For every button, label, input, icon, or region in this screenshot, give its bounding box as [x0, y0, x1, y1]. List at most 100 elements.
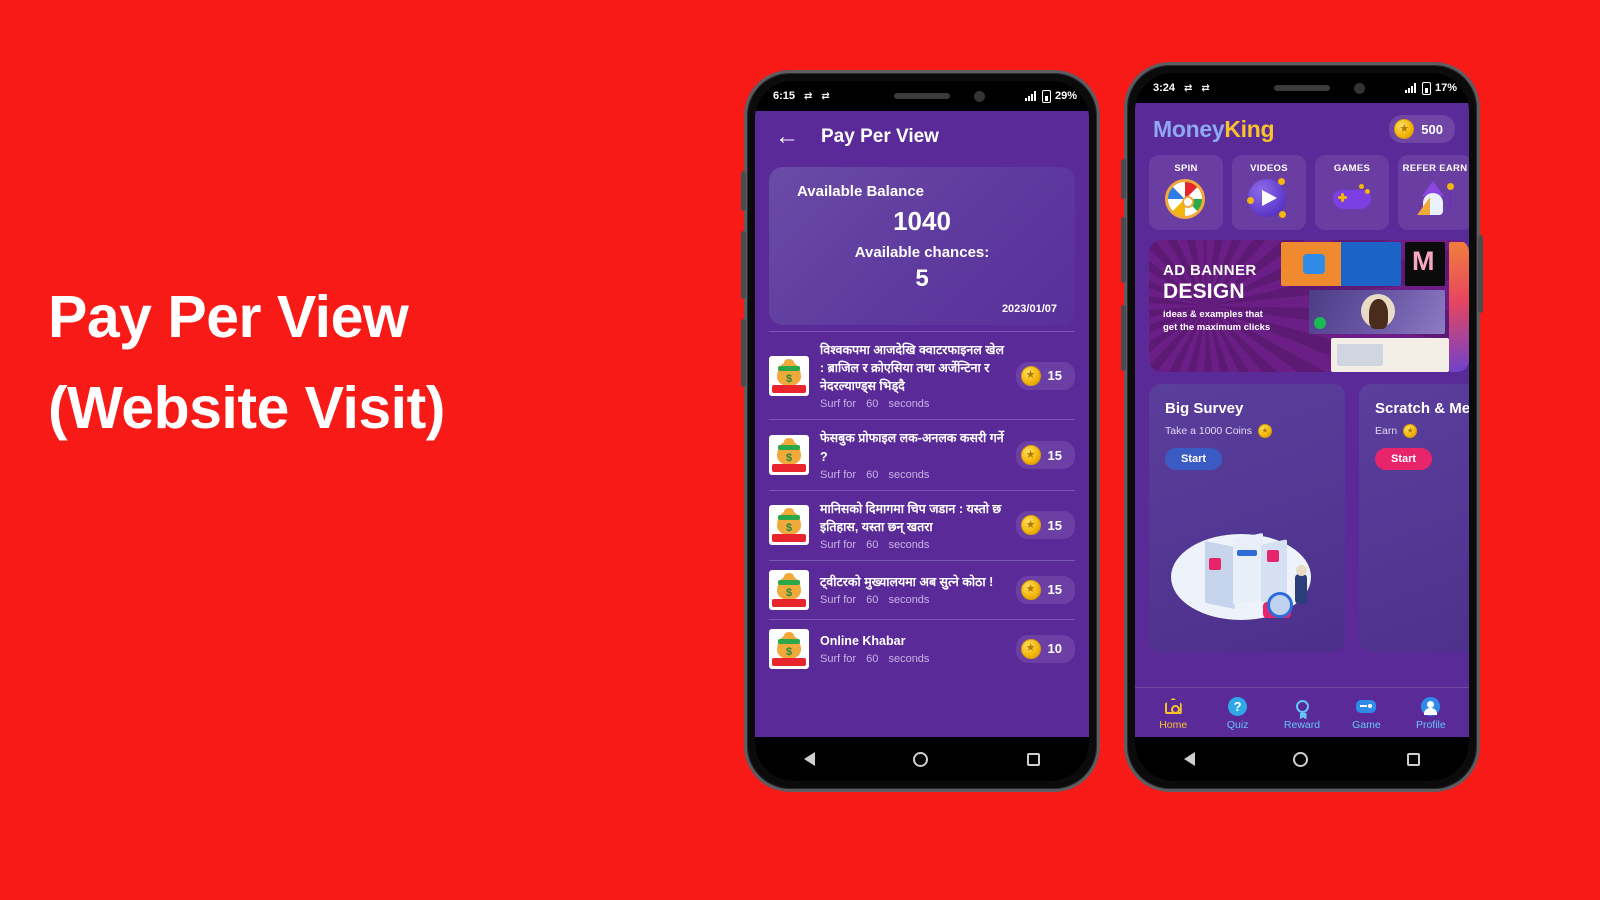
surf-suffix: seconds	[888, 398, 930, 411]
sync-icon: ⇄	[804, 90, 813, 102]
coin-balance-badge[interactable]: ★ 500	[1389, 115, 1455, 143]
task-duration: Surf for 60 seconds	[820, 398, 1005, 410]
tile-label: GAMES	[1333, 163, 1371, 174]
home-circle-icon[interactable]	[1293, 751, 1309, 767]
promo-card-big-survey[interactable]: Big Survey Take a 1000 Coins ★ Start	[1149, 384, 1345, 652]
pay-per-view-screen: ← Pay Per View Available Balance 1040 Av…	[755, 111, 1089, 781]
gamepad-icon	[1331, 179, 1373, 221]
list-item[interactable]: $ ट्वीटरको मुख्यालयमा अब सुत्ने कोठा ! S…	[769, 559, 1075, 619]
reward-value: 10	[1047, 641, 1062, 657]
surf-prefix: Surf for	[820, 468, 857, 481]
ad-thumbnail	[1281, 242, 1401, 286]
ad-banner[interactable]: AD BANNER DESIGN ideas & examples that g…	[1149, 240, 1469, 372]
task-title: फेसबुक प्रोफाइल लक-अनलक कसरी गर्ने ?	[820, 431, 1004, 464]
recents-square-icon[interactable]	[1026, 752, 1040, 766]
task-title: ट्वीटरको मुख्यालयमा अब सुत्ने कोठा !	[820, 575, 994, 590]
tile-games[interactable]: GAMES	[1315, 155, 1389, 230]
app-header: MoneyKing ★ 500	[1135, 103, 1469, 153]
android-navigation-bar	[755, 737, 1089, 781]
back-triangle-icon[interactable]	[804, 752, 816, 766]
nav-label: Quiz	[1226, 719, 1249, 731]
nav-item-home[interactable]: Home	[1141, 696, 1205, 731]
gold-coin-icon: ★	[1403, 424, 1418, 438]
surf-prefix: Surf for	[820, 538, 857, 551]
tile-spin[interactable]: SPIN	[1149, 155, 1223, 230]
list-item[interactable]: $ विश्वकपमा आजदेखि क्वाटरफाइनल खेल : ब्र…	[769, 331, 1075, 419]
bottom-navigation-bar: Home ? Quiz Reward Game Profile	[1135, 687, 1469, 737]
surf-suffix: seconds	[888, 653, 930, 666]
android-navigation-bar	[1135, 737, 1469, 781]
balance-label: Available Balance	[797, 183, 925, 200]
nav-label: Profile	[1415, 719, 1446, 731]
surf-seconds: 60	[866, 538, 879, 551]
ad-thumbnail	[1331, 338, 1449, 372]
battery-percent: 17%	[1434, 82, 1457, 94]
phone-screen-right: 3:24 ⇄ ⇄ 17% MoneyKing ★ 500 SPIN VIDEOS…	[1135, 73, 1469, 781]
gold-coin-icon: ★	[1020, 445, 1041, 465]
ad-thumbnail	[1449, 242, 1469, 372]
card-subtitle-text: Earn	[1375, 425, 1398, 437]
signal-bars-icon	[1404, 83, 1418, 93]
battery-icon	[1041, 89, 1051, 103]
reward-value: 15	[1047, 447, 1062, 463]
balance-date: 2023/01/07	[1001, 303, 1057, 315]
survey-illustration	[1171, 520, 1311, 630]
promo-card-scratch[interactable]: Scratch & Me Earn ★ Start ✦	[1359, 384, 1469, 652]
battery-percent: 29%	[1054, 90, 1077, 102]
tile-videos[interactable]: VIDEOS	[1232, 155, 1306, 230]
ad-line-3: ideas & examples that get the maximum cl…	[1163, 309, 1271, 333]
tile-refer-earn[interactable]: REFER EARN	[1398, 155, 1469, 230]
list-item[interactable]: $ मानिसको दिमागमा चिप जडान : यस्तो छ इति…	[769, 489, 1075, 560]
home-circle-icon[interactable]	[913, 751, 929, 767]
sync-icon: ⇄	[1184, 82, 1193, 94]
earpiece-speaker	[894, 93, 950, 99]
list-item[interactable]: $ फेसबुक प्रोफाइल लक-अनलक कसरी गर्ने ? S…	[769, 419, 1075, 489]
reward-badge: ★ 10	[1015, 634, 1075, 663]
money-bag-icon: $	[769, 505, 809, 546]
chances-value: 5	[915, 265, 929, 292]
screen-title: Pay Per View	[821, 126, 939, 147]
video-play-icon	[1247, 178, 1290, 221]
nav-item-reward[interactable]: Reward	[1270, 696, 1334, 731]
phone-screen-left: 6:15 ⇄ ⇄ 29% ← Pay Per View Available Ba…	[755, 81, 1089, 781]
balance-value: 1040	[893, 206, 951, 236]
volume-down-button	[1121, 305, 1126, 371]
ad-thumbnails	[1279, 240, 1469, 372]
money-bag-icon: $	[769, 355, 809, 396]
nav-label: Reward	[1283, 719, 1321, 731]
start-button[interactable]: Start	[1375, 448, 1433, 470]
nav-item-profile[interactable]: Profile	[1399, 696, 1463, 731]
list-item[interactable]: $ Online Khabar Surf for 60 seconds ★ 10	[769, 618, 1075, 678]
card-subtitle: Take a 1000 Coins ★	[1165, 424, 1345, 438]
phone-side-button	[1121, 159, 1126, 199]
task-list: $ विश्वकपमा आजदेखि क्वाटरफाइनल खेल : ब्र…	[755, 325, 1089, 678]
headline-line-1: Pay Per View	[48, 284, 409, 350]
app-logo: MoneyKing	[1153, 115, 1275, 143]
surf-suffix: seconds	[888, 594, 930, 607]
chances-label: Available chances:	[854, 244, 990, 261]
money-bag-icon: $	[769, 435, 809, 475]
front-camera	[974, 90, 985, 102]
back-triangle-icon[interactable]	[1184, 752, 1196, 766]
sync-icon: ⇄	[1201, 82, 1210, 94]
back-arrow-icon[interactable]: ←	[775, 125, 799, 149]
battery-icon	[1421, 81, 1431, 95]
page-title: Pay Per View (Website Visit)	[48, 272, 668, 455]
task-title: Online Khabar	[820, 634, 906, 649]
surf-prefix: Surf for	[820, 398, 857, 411]
reward-badge: ★ 15	[1015, 575, 1075, 604]
promo-cards-row: Big Survey Take a 1000 Coins ★ Start Scr…	[1135, 372, 1469, 652]
coin-balance-value: 500	[1421, 121, 1443, 137]
money-bag-icon: $	[769, 569, 809, 610]
status-time: 3:24	[1153, 82, 1176, 94]
recents-square-icon[interactable]	[1406, 752, 1420, 766]
nav-item-quiz[interactable]: ? Quiz	[1205, 696, 1269, 731]
money-bag-icon: $	[769, 628, 809, 669]
earpiece-speaker	[1274, 85, 1330, 91]
card-subtitle-text: Take a 1000 Coins	[1165, 425, 1252, 437]
surf-seconds: 60	[866, 594, 879, 607]
start-button[interactable]: Start	[1165, 448, 1223, 470]
tile-label: REFER EARN	[1402, 163, 1468, 174]
logo-text-money: Money	[1153, 115, 1225, 142]
nav-item-game[interactable]: Game	[1334, 696, 1398, 731]
